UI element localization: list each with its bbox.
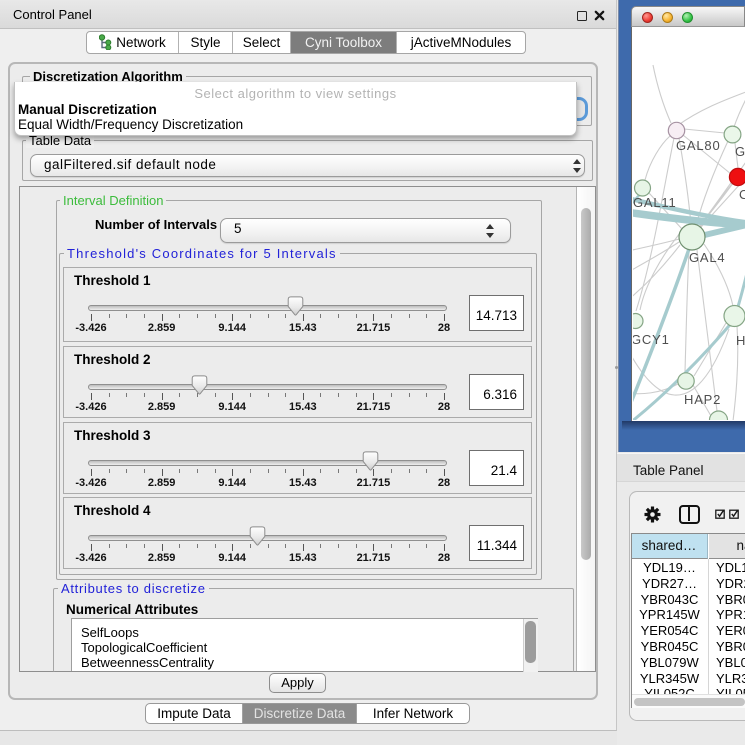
- svg-text:C: C: [739, 187, 745, 202]
- svg-text:GA: GA: [735, 144, 745, 159]
- svg-text:HAP2: HAP2: [684, 392, 721, 407]
- svg-text:GAL80: GAL80: [676, 138, 720, 153]
- svg-text:H: H: [736, 333, 745, 348]
- svg-text:GAL11: GAL11: [633, 195, 677, 210]
- svg-text:GAL4: GAL4: [689, 250, 725, 265]
- svg-text:GCY1: GCY1: [633, 332, 670, 347]
